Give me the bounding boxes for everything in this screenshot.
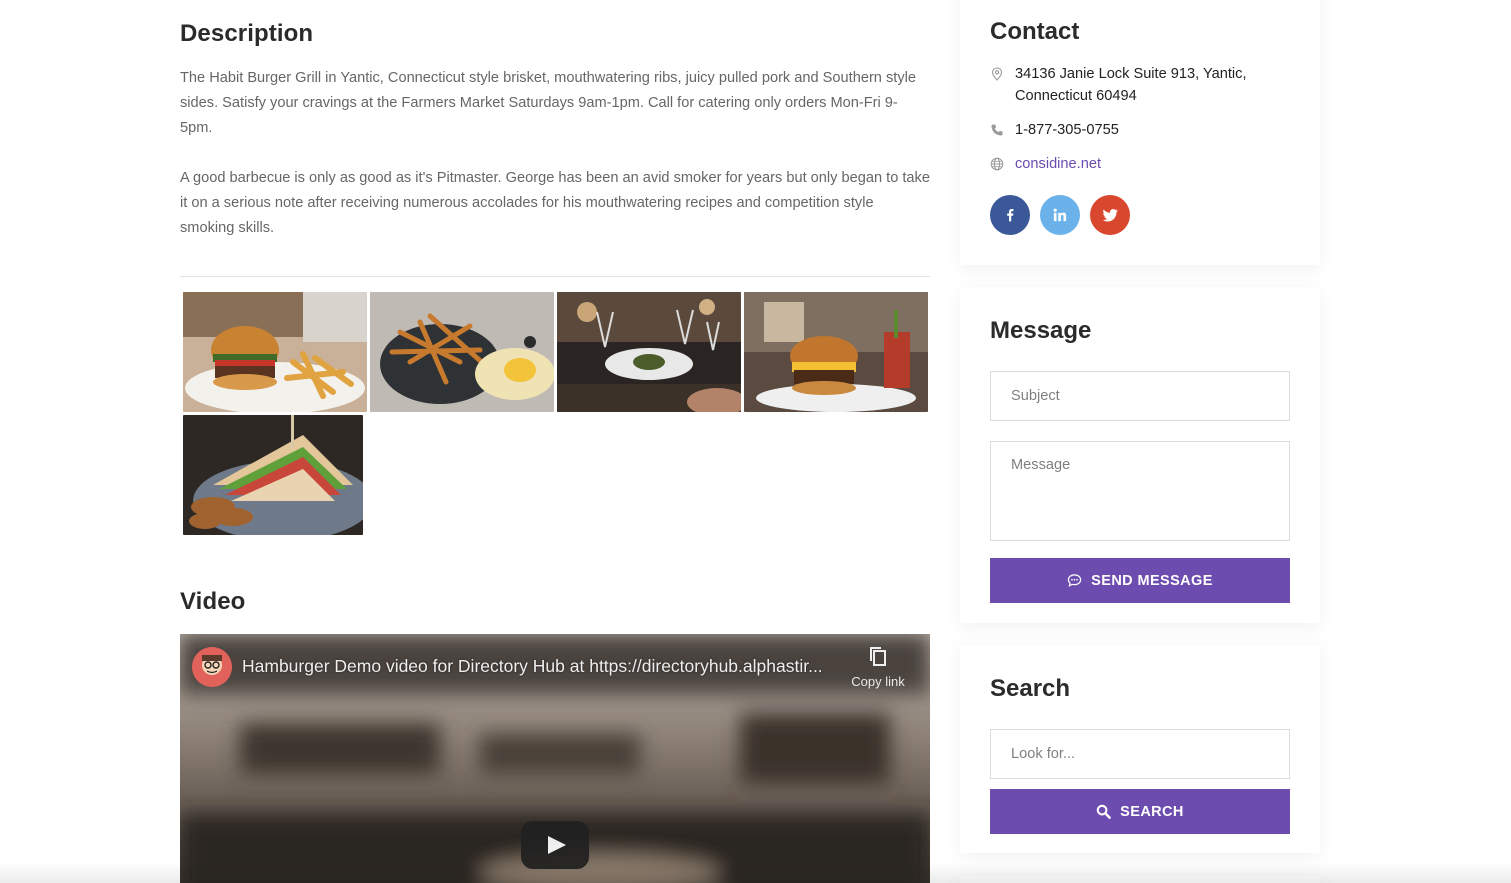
video-title[interactable]: Hamburger Demo video for Directory Hub a… [242, 656, 852, 677]
copy-icon [870, 647, 886, 666]
subject-input[interactable] [990, 371, 1290, 421]
message-card: Message SEND MESSAGE [960, 287, 1320, 623]
website-link[interactable]: considine.net [1015, 153, 1101, 175]
avatar-icon [192, 647, 232, 687]
play-button[interactable] [521, 821, 589, 869]
sandwich-image [183, 415, 363, 535]
gallery-image[interactable] [183, 292, 367, 412]
divider [180, 276, 930, 277]
phone-text[interactable]: 1-877-305-0755 [1015, 119, 1119, 141]
fries-bowl-image [370, 292, 554, 412]
burger-fries-image [183, 292, 367, 412]
channel-avatar[interactable] [192, 647, 232, 687]
search-input[interactable] [990, 729, 1290, 779]
twitter-icon [1102, 208, 1118, 222]
gallery-image[interactable] [557, 292, 741, 412]
globe-icon [990, 157, 1004, 171]
send-message-label: SEND MESSAGE [1091, 572, 1213, 589]
play-icon [548, 836, 566, 854]
search-icon [1096, 804, 1111, 819]
address-text: 34136 Janie Lock Suite 913, Yantic, Conn… [1015, 66, 1247, 104]
twitter-button[interactable] [1090, 195, 1130, 235]
burger-drink-image [744, 292, 928, 412]
search-card: Search SEARCH [960, 645, 1320, 853]
contact-website: considine.net [990, 153, 1101, 175]
social-links [990, 195, 1130, 235]
description-paragraph: A good barbecue is only as good as it's … [180, 170, 930, 236]
description-heading: Description [180, 20, 314, 47]
facebook-icon [1007, 209, 1014, 222]
next-card [960, 876, 1320, 883]
chat-bubble-icon [1067, 574, 1082, 587]
contact-card: Contact 34136 Janie Lock Suite 913, Yant… [960, 0, 1320, 265]
facebook-button[interactable] [990, 195, 1030, 235]
search-button-label: SEARCH [1120, 803, 1184, 820]
description-paragraph: The Habit Burger Grill in Yantic, Connec… [180, 70, 916, 136]
description-text: The Habit Burger Grill in Yantic, Connec… [180, 66, 930, 241]
gallery-image[interactable] [370, 292, 554, 412]
video-heading: Video [180, 588, 246, 615]
linkedin-icon [1053, 208, 1067, 222]
contact-phone: 1-877-305-0755 [990, 119, 1119, 141]
message-textarea[interactable] [990, 441, 1290, 541]
gallery-image[interactable] [183, 415, 363, 535]
send-message-button[interactable]: SEND MESSAGE [990, 558, 1290, 603]
contact-address: 34136 Janie Lock Suite 913, Yantic, Conn… [990, 63, 1265, 107]
gallery-image[interactable] [744, 292, 928, 412]
copy-link-label: Copy link [851, 674, 905, 689]
copy-link-button[interactable]: Copy link [848, 646, 908, 689]
linkedin-button[interactable] [1040, 195, 1080, 235]
phone-icon [991, 124, 1003, 136]
map-pin-icon [991, 67, 1003, 81]
restaurant-table-image [557, 292, 741, 412]
video-player[interactable]: Hamburger Demo video for Directory Hub a… [180, 634, 930, 883]
search-button[interactable]: SEARCH [990, 789, 1290, 834]
